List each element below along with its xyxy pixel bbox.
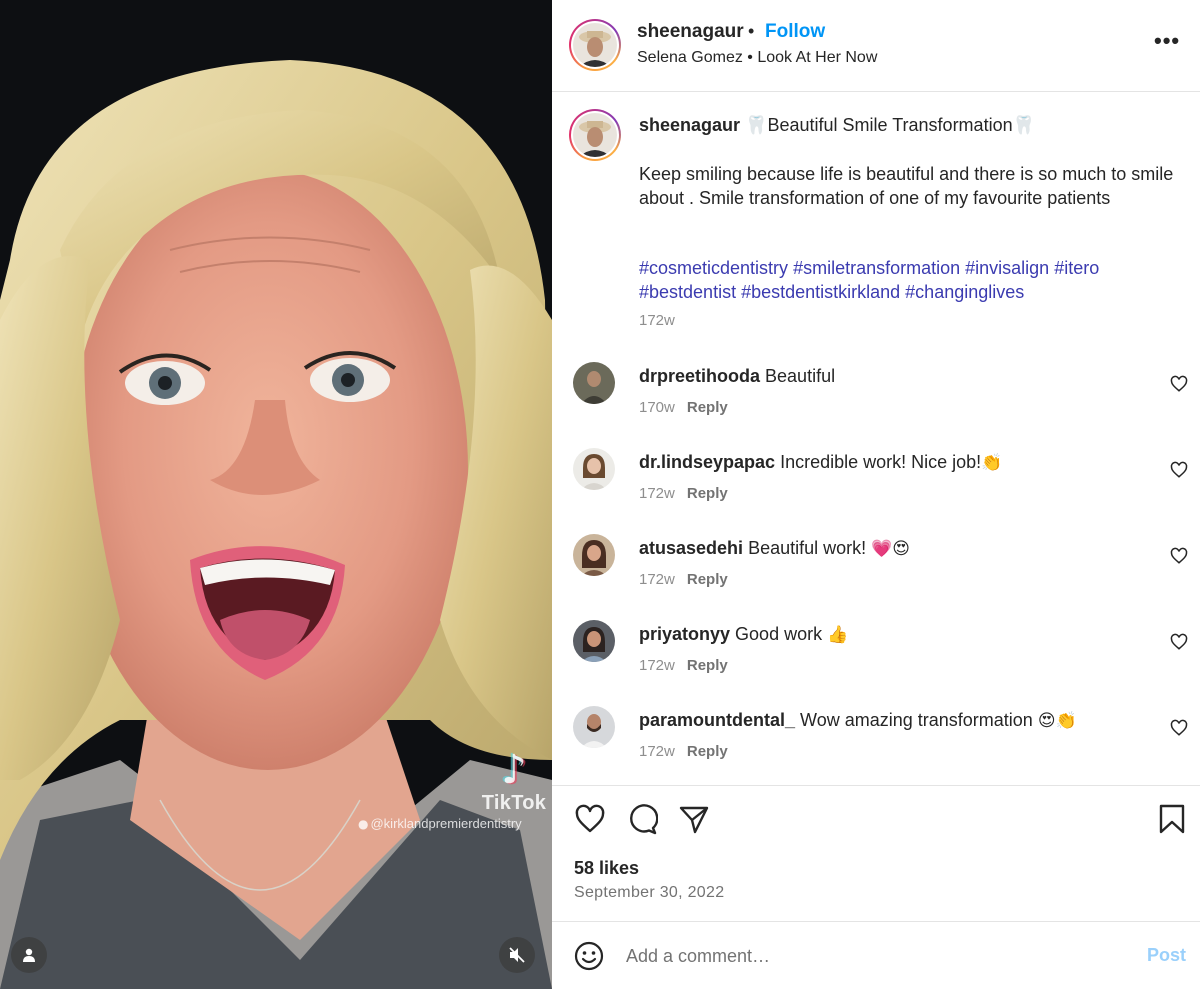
caption-avatar[interactable] [569,109,621,161]
hashtag-link[interactable]: #bestdentist [639,282,736,302]
comment-username[interactable]: paramountdental_ [639,710,795,730]
separator-dot: • [748,21,755,41]
emoji-picker-icon[interactable] [573,940,605,972]
comment-text: atusasedehi Beautiful work! 💗😍 [639,538,911,559]
caption-heading: sheenagaur 🦷Beautiful Smile Transformati… [639,115,1035,136]
comment-meta: 172w Reply [639,657,728,674]
tagged-users-button[interactable] [11,937,47,973]
speaker-muted-icon [509,947,525,963]
commenter-avatar-image [573,534,615,576]
post-panel: sheenagaur • Follow Selena Gomez • Look … [552,0,1200,989]
reply-button[interactable]: Reply [687,571,728,588]
caption-hashtags: #cosmeticdentistry #smiletransformation #i… [639,256,1179,304]
tiktok-logo-icon: ♪ [501,747,527,793]
author-avatar-image [573,23,617,67]
tiktok-watermark-brand: TikTok [481,792,547,814]
post-header: sheenagaur • Follow Selena Gomez • Look … [552,0,1200,92]
hashtag-link[interactable]: #smiletransformation [793,258,960,278]
person-icon: ● [358,817,369,831]
comment-item: priyatonyy Good work 👍 172w Reply [552,620,1200,706]
like-comment-heart-icon[interactable] [1170,375,1188,393]
comment-icon[interactable] [626,803,658,835]
reply-button[interactable]: Reply [687,399,728,416]
comment-text: priyatonyy Good work 👍 [639,624,849,645]
caption-avatar-image [573,113,617,157]
comment-meta: 172w Reply [639,743,728,760]
commenter-avatar[interactable] [573,362,615,404]
like-comment-heart-icon[interactable] [1170,547,1188,565]
more-options-icon[interactable]: ••• [1154,28,1180,54]
author-username[interactable]: sheenagaur [637,21,744,43]
commenter-avatar[interactable] [573,448,615,490]
comment-text: paramountdental_ Wow amazing transformat… [639,710,1077,731]
comment-time[interactable]: 172w [639,485,675,502]
post-media[interactable]: ♪ TikTok ● @kirklandpremierdentistry [0,0,552,989]
commenter-avatar[interactable] [573,706,615,748]
heart-icon[interactable] [574,803,606,835]
post-date: September 30, 2022 [574,884,725,901]
comment-item: dr.lindseypapac Incredible work! Nice jo… [552,448,1200,534]
comment-time[interactable]: 172w [639,657,675,674]
comment-time[interactable]: 172w [639,571,675,588]
commenter-avatar[interactable] [573,620,615,662]
comment-text: dr.lindseypapac Incredible work! Nice jo… [639,452,1003,473]
user-icon [23,948,35,962]
comment-username[interactable]: dr.lindseypapac [639,452,775,472]
comment-meta: 172w Reply [639,485,728,502]
comment-input[interactable] [626,942,1106,970]
audio-track-link[interactable]: Selena Gomez • Look At Her Now [637,49,877,67]
reply-button[interactable]: Reply [687,743,728,760]
commenter-avatar-image [573,620,615,662]
caption-username[interactable]: sheenagaur [639,115,740,135]
author-avatar[interactable] [569,19,621,71]
post-comment-button[interactable]: Post [1147,945,1186,966]
video-frame [0,0,552,989]
add-comment-bar: Post [552,921,1200,989]
caption-timestamp[interactable]: 172w [639,312,675,329]
hashtag-link[interactable]: #bestdentistkirkland [741,282,900,302]
like-comment-heart-icon[interactable] [1170,633,1188,651]
hashtag-link[interactable]: #cosmeticdentistry [639,258,788,278]
commenter-avatar-image [573,448,615,490]
comment-item: paramountdental_ Wow amazing transformat… [552,706,1200,792]
reply-button[interactable]: Reply [687,485,728,502]
hashtag-link[interactable]: #invisalign [965,258,1049,278]
like-comment-heart-icon[interactable] [1170,461,1188,479]
bookmark-icon[interactable] [1156,803,1188,835]
comment-username[interactable]: drpreetihooda [639,366,760,386]
commenter-avatar-image [573,706,615,748]
like-comment-heart-icon[interactable] [1170,719,1188,737]
comment-meta: 172w Reply [639,571,728,588]
caption-body: Keep smiling because life is beautiful a… [639,164,1174,208]
likes-count[interactable]: 58 likes [574,858,639,879]
share-icon[interactable] [678,803,710,835]
commenter-avatar[interactable] [573,534,615,576]
comment-time[interactable]: 170w [639,399,675,416]
post-actions: 58 likes September 30, 2022 [552,785,1200,921]
comment-item: drpreetihooda Beautiful 170w Reply [552,362,1200,448]
caption-title: 🦷Beautiful Smile Transformation🦷 [745,115,1035,135]
comment-time[interactable]: 172w [639,743,675,760]
reply-button[interactable]: Reply [687,657,728,674]
mute-toggle-button[interactable] [499,937,535,973]
tiktok-watermark-handle: ● @kirklandpremierdentistry [358,816,522,831]
comment-meta: 170w Reply [639,399,728,416]
comment-item: atusasedehi Beautiful work! 💗😍 172w Reply [552,534,1200,620]
comment-text: drpreetihooda Beautiful [639,366,836,386]
hashtag-link[interactable]: #itero [1054,258,1099,278]
follow-button[interactable]: Follow [765,21,825,43]
commenter-avatar-image [573,362,615,404]
comment-username[interactable]: priyatonyy [639,624,730,644]
comment-username[interactable]: atusasedehi [639,538,743,558]
tiktok-watermark: ♪ TikTok [479,748,549,815]
hashtag-link[interactable]: #changinglives [905,282,1024,302]
